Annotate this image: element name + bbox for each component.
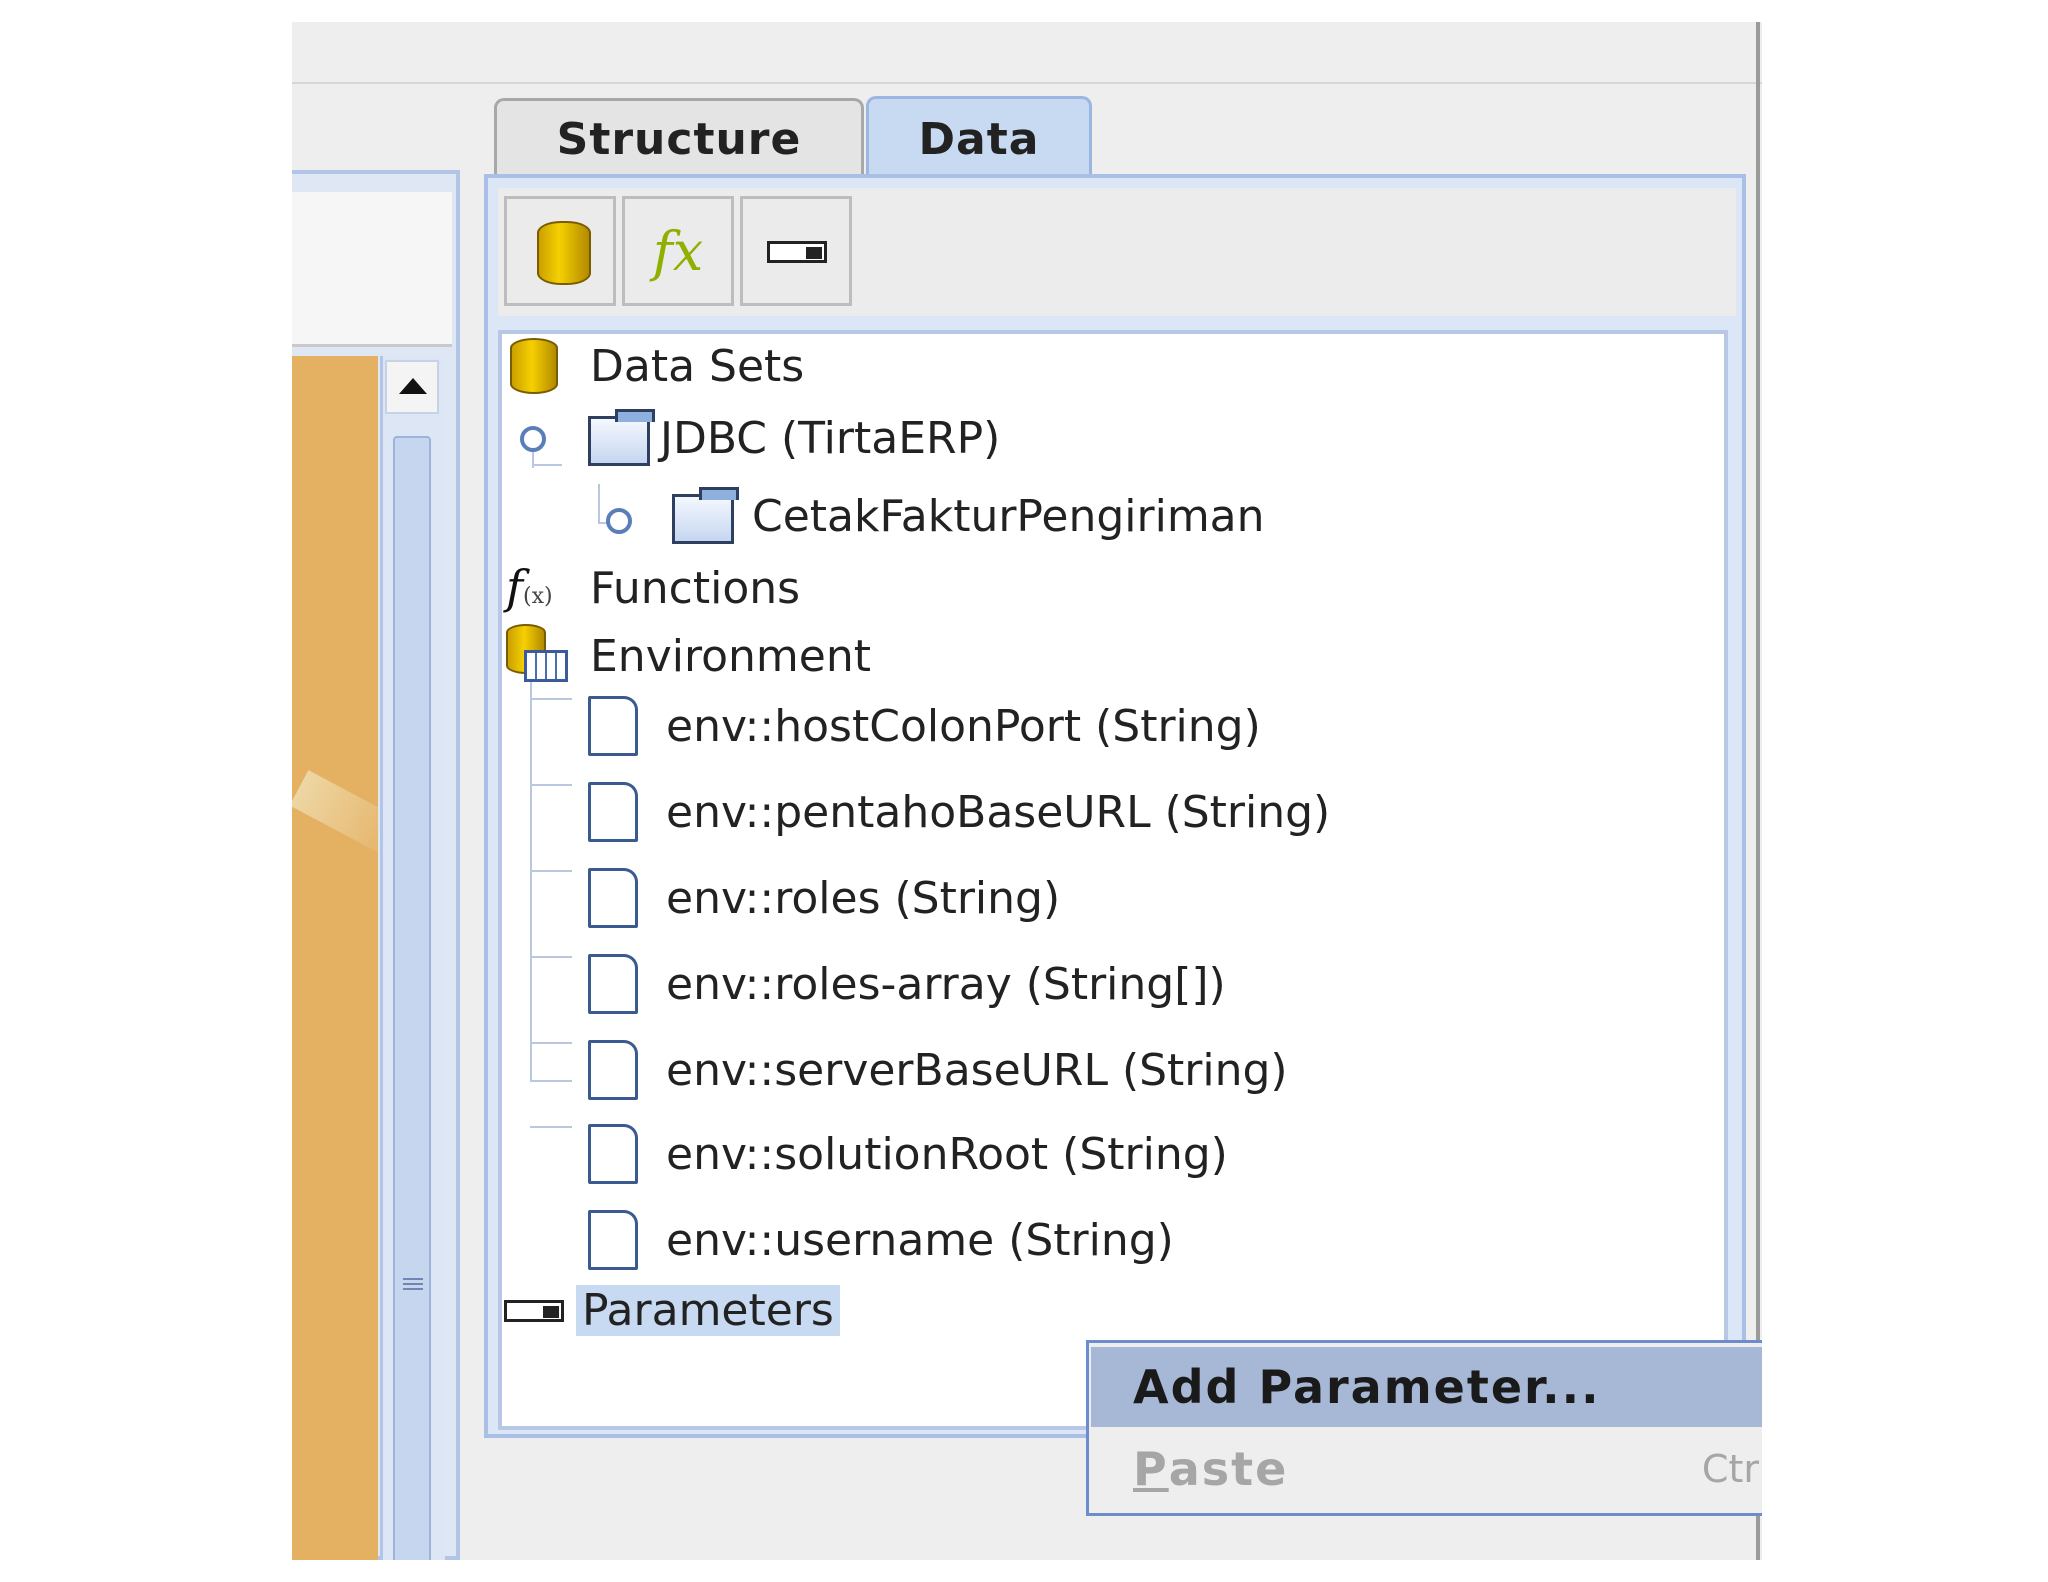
tree-node-label: Environment	[590, 630, 871, 682]
tree-node-label: env::pentahoBaseURL (String)	[666, 786, 1331, 838]
tree-node-env-variable[interactable]: env::roles (String)	[588, 868, 1060, 928]
data-tree: Data Sets JDBC (TirtaERP) CetakFakturPen…	[498, 330, 1728, 1430]
database-icon	[537, 221, 591, 285]
paste-shortcut: Ctrl-V	[1701, 1447, 1762, 1491]
tree-node-label: env::username (String)	[666, 1214, 1174, 1266]
document-icon	[588, 954, 638, 1014]
folder-icon	[672, 487, 739, 544]
data-panel: fx Data Sets JDBC (TirtaERP) CetakFaktur…	[484, 174, 1746, 1438]
report-designer-window: Structure Data fx Data Sets JDBC (TirtaE…	[292, 22, 1762, 1560]
database-icon	[510, 338, 558, 394]
tree-node-parameters[interactable]: Parameters	[502, 1280, 840, 1340]
tree-node-label: Functions	[590, 562, 801, 614]
tree-node-label: JDBC (TirtaERP)	[660, 412, 1001, 464]
grip-icon	[403, 1278, 423, 1292]
tree-node-env-variable[interactable]: env::hostColonPort (String)	[588, 696, 1261, 756]
tree-node-label: env::hostColonPort (String)	[666, 700, 1261, 752]
tab-structure[interactable]: Structure	[494, 98, 864, 178]
scrollbar-thumb[interactable]	[393, 436, 431, 1560]
context-menu: Add Parameter... Paste Ctrl-V	[1086, 1340, 1762, 1516]
function-icon: f(x)	[506, 560, 553, 614]
tree-node-env-variable[interactable]: env::solutionRoot (String)	[588, 1124, 1228, 1184]
tree-node-functions[interactable]: f(x) Functions	[506, 558, 800, 618]
tree-node-label: env::roles-array (String[])	[666, 958, 1226, 1010]
parameter-icon	[504, 1300, 564, 1322]
function-icon: fx	[652, 219, 704, 283]
report-canvas[interactable]	[292, 356, 378, 1560]
document-icon	[588, 782, 638, 842]
vertical-scrollbar[interactable]	[380, 356, 445, 1560]
tree-node-env-variable[interactable]: env::pentahoBaseURL (String)	[588, 782, 1330, 842]
tree-node-label: env::serverBaseURL (String)	[666, 1044, 1288, 1096]
scroll-up-button[interactable]	[385, 360, 439, 414]
tree-node-query[interactable]: CetakFakturPengiriman	[666, 486, 1265, 546]
report-canvas-panel	[292, 170, 460, 1560]
tree-node-label: CetakFakturPengiriman	[752, 490, 1265, 542]
header-divider	[292, 82, 1762, 84]
tree-node-label: Parameters	[576, 1284, 840, 1336]
data-toolbar: fx	[498, 188, 1736, 316]
tree-node-jdbc-connection[interactable]: JDBC (TirtaERP)	[582, 408, 1000, 468]
canvas-ruler	[292, 192, 452, 347]
add-data-source-button[interactable]	[504, 196, 616, 306]
add-parameter-button[interactable]	[740, 196, 852, 306]
folder-icon	[588, 409, 655, 466]
paste-mnemonic: P	[1133, 1442, 1169, 1496]
tree-node-label: Data Sets	[590, 340, 805, 392]
document-icon	[588, 1124, 638, 1184]
tree-node-label: env::roles (String)	[666, 872, 1061, 924]
paste-menu-item[interactable]: Paste Ctrl-V	[1091, 1429, 1762, 1509]
document-icon	[588, 696, 638, 756]
document-icon	[588, 868, 638, 928]
add-parameter-menu-item[interactable]: Add Parameter...	[1091, 1347, 1762, 1427]
tree-node-env-variable[interactable]: env::serverBaseURL (String)	[588, 1040, 1288, 1100]
arrow-up-icon	[399, 378, 427, 394]
add-function-button[interactable]: fx	[622, 196, 734, 306]
document-icon	[588, 1210, 638, 1270]
paste-label: aste	[1168, 1442, 1289, 1496]
expand-handle-icon[interactable]	[520, 426, 546, 452]
expand-handle-icon[interactable]	[606, 508, 632, 534]
document-icon	[588, 1040, 638, 1100]
tree-node-env-variable[interactable]: env::roles-array (String[])	[588, 954, 1226, 1014]
window-edge	[1756, 22, 1760, 1560]
tree-node-data-sets[interactable]: Data Sets	[506, 336, 804, 396]
tree-node-environment[interactable]: Environment	[506, 624, 871, 686]
tree-node-label: env::solutionRoot (String)	[666, 1128, 1228, 1180]
tab-data[interactable]: Data	[866, 96, 1092, 180]
table-icon	[524, 650, 568, 682]
tree-node-env-variable[interactable]: env::username (String)	[588, 1210, 1174, 1270]
parameter-icon	[767, 241, 827, 263]
